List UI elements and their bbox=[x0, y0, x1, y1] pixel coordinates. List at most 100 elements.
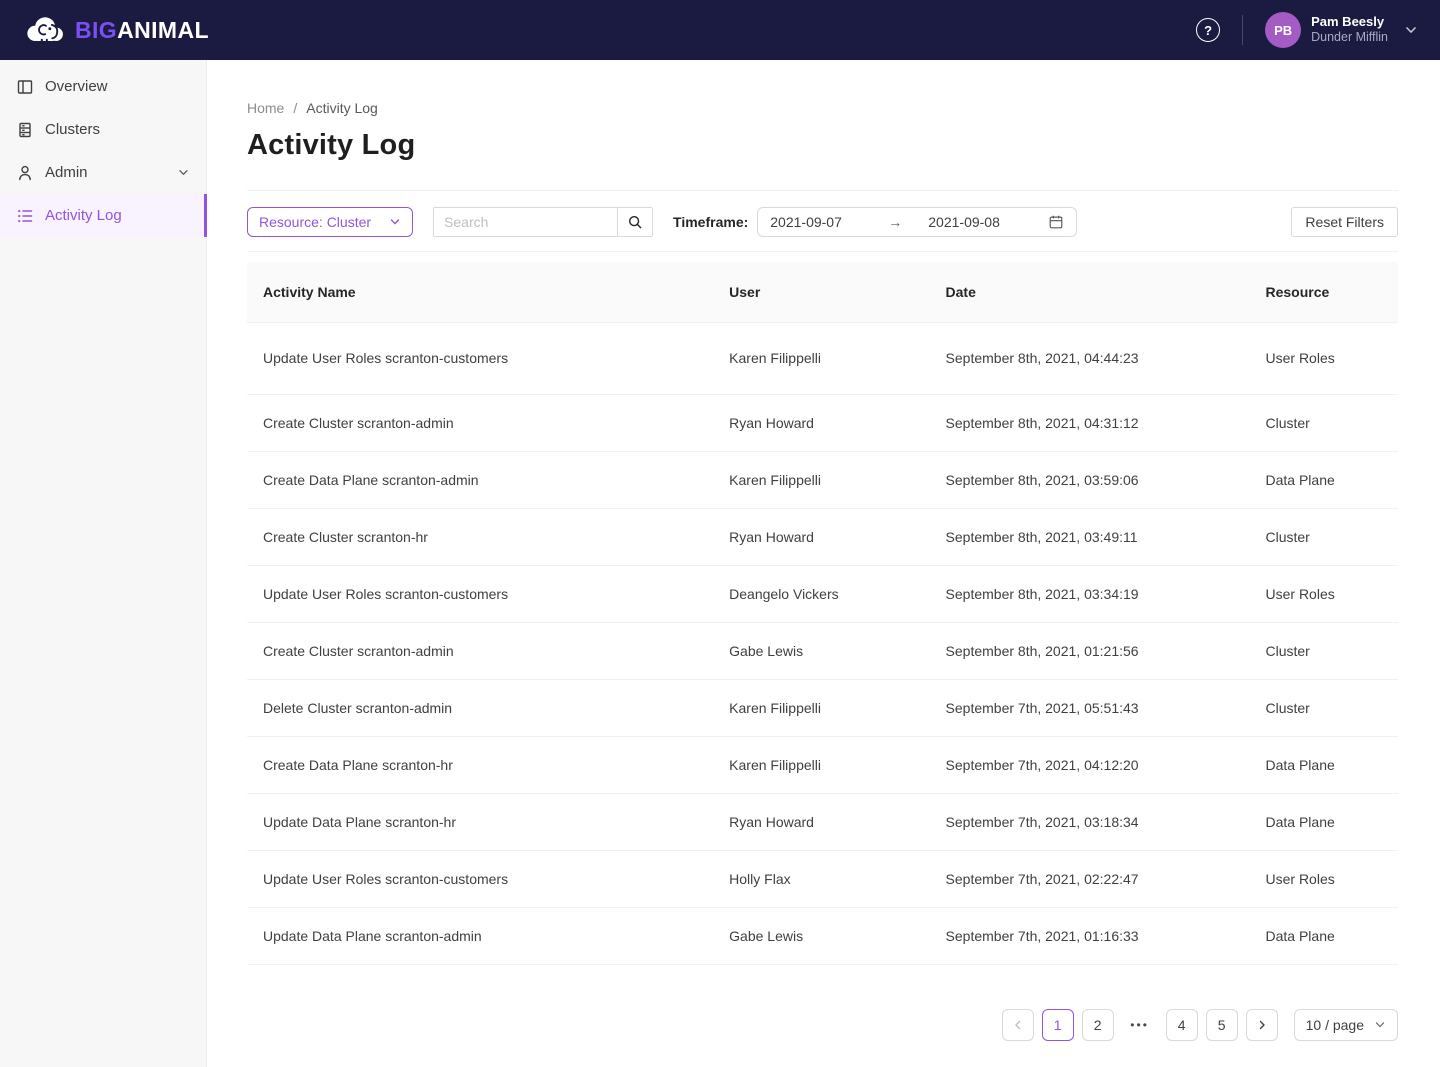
brand-wordmark: BIGANIMAL bbox=[75, 16, 209, 43]
calendar-icon[interactable] bbox=[1048, 214, 1064, 230]
sidebar-item-clusters[interactable]: Clusters bbox=[0, 108, 206, 151]
cell-activity: Create Cluster scranton-admin bbox=[247, 622, 714, 680]
pagination-next-button[interactable] bbox=[1245, 1008, 1278, 1041]
brand-logo[interactable]: BIGANIMAL bbox=[24, 13, 209, 47]
cell-date: September 8th, 2021, 01:21:56 bbox=[929, 622, 1250, 680]
page-size-value: 10 / page bbox=[1305, 1016, 1364, 1033]
sidebar-item-label: Overview bbox=[45, 78, 108, 95]
pagination-page-1[interactable]: 1 bbox=[1041, 1008, 1074, 1041]
admin-icon bbox=[16, 164, 34, 182]
overview-icon bbox=[16, 78, 34, 96]
search-input[interactable] bbox=[433, 207, 618, 237]
cell-date: September 8th, 2021, 03:34:19 bbox=[929, 565, 1250, 623]
help-icon[interactable]: ? bbox=[1196, 18, 1221, 42]
help-glyph: ? bbox=[1204, 22, 1213, 38]
pagination: 1 2 ••• 4 5 10 / page bbox=[247, 1008, 1398, 1041]
user-meta: Pam Beesly Dunder Mifflin bbox=[1311, 14, 1388, 46]
page-title: Activity Log bbox=[247, 129, 416, 161]
cell-activity: Update Data Plane scranton-admin bbox=[247, 907, 714, 965]
table-row: Update Data Plane scranton-admin Gabe Lew… bbox=[247, 907, 1398, 965]
search-icon bbox=[629, 215, 642, 229]
timeframe-label: Timeframe: bbox=[673, 214, 749, 230]
sidebar: Overview Clusters Admin Activity Log bbox=[0, 60, 207, 1067]
sidebar-item-admin[interactable]: Admin bbox=[0, 151, 206, 194]
column-header-activity-name: Activity Name bbox=[247, 262, 714, 323]
cell-user: Karen Filippelli bbox=[713, 736, 930, 794]
cell-user: Ryan Howard bbox=[713, 793, 930, 851]
main-content: Home / Activity Log Activity Log Resourc… bbox=[207, 60, 1440, 1067]
brand-word-animal: ANIMAL bbox=[117, 16, 209, 43]
user-org: Dunder Mifflin bbox=[1311, 30, 1388, 45]
cell-user: Karen Filippelli bbox=[713, 451, 930, 509]
cell-user: Karen Filippelli bbox=[713, 322, 930, 395]
cell-activity: Create Cluster scranton-hr bbox=[247, 508, 714, 566]
table-row: Update User Roles scranton-customers Kare… bbox=[247, 322, 1398, 395]
activity-log-icon bbox=[16, 207, 34, 225]
table-row: Update User Roles scranton-customers Holl… bbox=[247, 850, 1398, 908]
cell-activity: Update User Roles scranton-customers bbox=[247, 850, 714, 908]
divider-below-filters bbox=[247, 251, 1398, 252]
cell-resource: User Roles bbox=[1249, 850, 1398, 908]
cell-date: September 8th, 2021, 04:44:23 bbox=[929, 322, 1250, 395]
clusters-icon bbox=[16, 121, 34, 139]
timeframe-range-picker[interactable]: 2021-09-07 → 2021-09-08 bbox=[757, 207, 1078, 237]
cell-user: Deangelo Vickers bbox=[713, 565, 930, 623]
cell-user: Holly Flax bbox=[713, 850, 930, 908]
cell-resource: Cluster bbox=[1249, 508, 1398, 566]
chevron-down-icon bbox=[1375, 1021, 1385, 1027]
cell-resource: Cluster bbox=[1249, 679, 1398, 737]
chevron-down-icon bbox=[1404, 23, 1418, 37]
breadcrumb-separator: / bbox=[293, 100, 298, 116]
cell-activity: Update User Roles scranton-customers bbox=[247, 565, 714, 623]
brand-word-big: BIG bbox=[75, 16, 118, 43]
cell-date: September 8th, 2021, 04:31:12 bbox=[929, 394, 1250, 452]
table-row: Create Cluster scranton-admin Ryan Howard… bbox=[247, 394, 1398, 452]
breadcrumb: Home / Activity Log bbox=[247, 100, 1398, 116]
pagination-page-4[interactable]: 4 bbox=[1165, 1008, 1198, 1041]
user-name: Pam Beesly bbox=[1311, 14, 1385, 30]
pagination-ellipsis: ••• bbox=[1121, 1008, 1158, 1041]
breadcrumb-home[interactable]: Home bbox=[247, 100, 284, 116]
pagination-page-2[interactable]: 2 bbox=[1081, 1008, 1114, 1041]
cell-date: September 8th, 2021, 03:59:06 bbox=[929, 451, 1250, 509]
cell-user: Gabe Lewis bbox=[713, 622, 930, 680]
page-size-select[interactable]: 10 / page bbox=[1293, 1008, 1398, 1041]
range-arrow-icon: → bbox=[888, 214, 903, 230]
table-row: Delete Cluster scranton-admin Karen Filip… bbox=[247, 679, 1398, 737]
search-button[interactable] bbox=[617, 207, 654, 237]
cell-user: Ryan Howard bbox=[713, 508, 930, 566]
cell-user: Ryan Howard bbox=[713, 394, 930, 452]
cell-activity: Update Data Plane scranton-hr bbox=[247, 793, 714, 851]
user-menu[interactable]: PB Pam Beesly Dunder Mifflin bbox=[1265, 12, 1418, 48]
table-row: Create Cluster scranton-admin Gabe Lewis S… bbox=[247, 622, 1398, 680]
pagination-prev-button[interactable] bbox=[1001, 1008, 1034, 1041]
cell-activity: Update User Roles scranton-customers bbox=[247, 322, 714, 395]
activity-table: Activity Name User Date Resource Update … bbox=[247, 262, 1398, 965]
column-header-date: Date bbox=[929, 262, 1250, 323]
cell-resource: Cluster bbox=[1249, 622, 1398, 680]
reset-filters-button[interactable]: Reset Filters bbox=[1291, 207, 1398, 237]
chevron-down-icon bbox=[177, 166, 190, 179]
cell-user: Gabe Lewis bbox=[713, 907, 930, 965]
table-row: Update Data Plane scranton-hr Ryan Howard… bbox=[247, 793, 1398, 851]
chevron-left-icon bbox=[1014, 1020, 1020, 1029]
column-header-user: User bbox=[713, 262, 930, 323]
cell-date: September 7th, 2021, 03:18:34 bbox=[929, 793, 1250, 851]
cell-resource: Data Plane bbox=[1249, 736, 1398, 794]
cell-resource: Data Plane bbox=[1249, 451, 1398, 509]
cell-activity: Delete Cluster scranton-admin bbox=[247, 679, 714, 737]
search-group bbox=[433, 207, 654, 237]
cell-resource: Data Plane bbox=[1249, 793, 1398, 851]
sidebar-item-overview[interactable]: Overview bbox=[0, 65, 206, 108]
sidebar-item-activity-log[interactable]: Activity Log bbox=[0, 194, 207, 237]
sidebar-item-label: Admin bbox=[45, 164, 88, 181]
resource-filter-select[interactable]: Resource: Cluster bbox=[247, 207, 414, 237]
filter-bar: Resource: Cluster Timeframe: 2021-09-07 … bbox=[247, 207, 1398, 237]
table-row: Create Cluster scranton-hr Ryan Howard Sep… bbox=[247, 508, 1398, 566]
pagination-page-5[interactable]: 5 bbox=[1205, 1008, 1238, 1041]
cell-resource: Cluster bbox=[1249, 394, 1398, 452]
cell-date: September 7th, 2021, 05:51:43 bbox=[929, 679, 1250, 737]
sidebar-item-label: Activity Log bbox=[45, 207, 122, 224]
date-to-value[interactable]: 2021-09-08 bbox=[928, 214, 1000, 230]
date-from-value[interactable]: 2021-09-07 bbox=[770, 214, 888, 230]
